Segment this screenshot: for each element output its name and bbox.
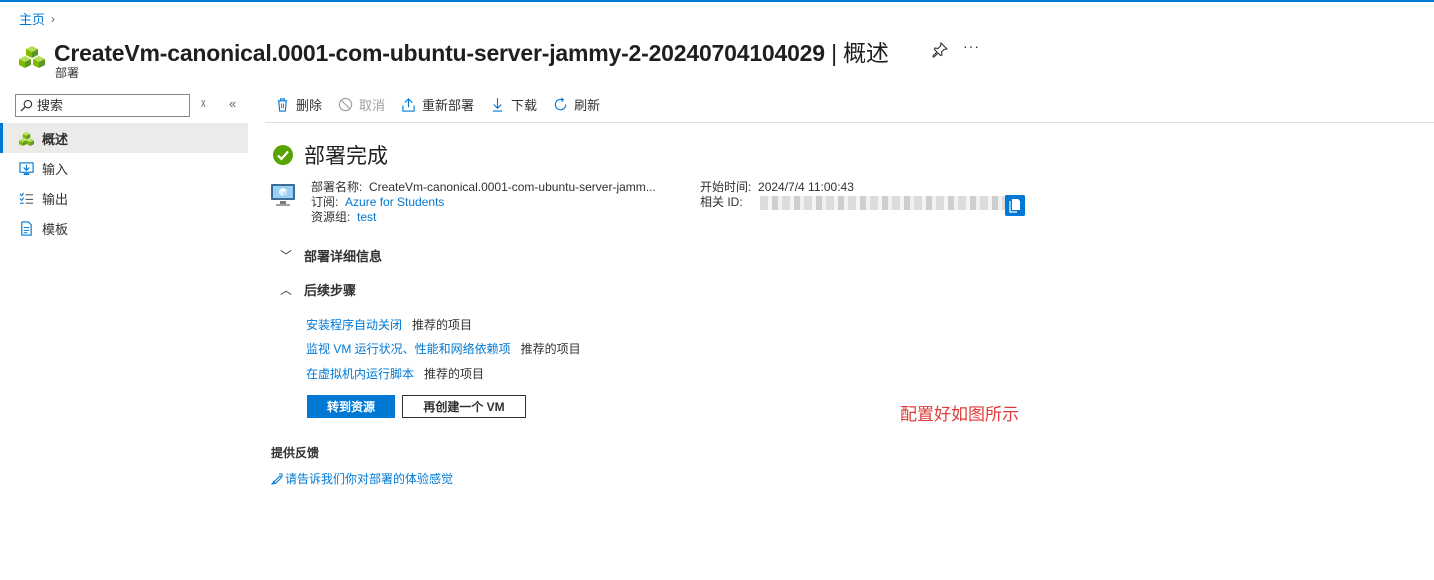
trash-icon (277, 97, 288, 112)
annotation-text: 配置好如图所示 (900, 405, 1019, 425)
subscription-label: 订阅: (311, 195, 339, 209)
cancel-icon (338, 97, 353, 111)
feedback-link[interactable]: 请告诉我们你对部署的体验感觉 (271, 470, 453, 487)
feedback-icon (271, 473, 283, 485)
deployment-details-toggle[interactable]: ﹀ 部署详细信息 (280, 246, 382, 265)
sidebar-item-template[interactable]: 模板 (0, 213, 248, 243)
sidebar-item-overview[interactable]: 概述 (0, 123, 248, 153)
next-step-link[interactable]: 监视 VM 运行状况、性能和网络依赖项 (306, 340, 511, 357)
breadcrumb: 主页 › (19, 9, 55, 28)
download-label: 下载 (511, 97, 538, 113)
next-steps-toggle[interactable]: ︿ 后续步骤 (280, 280, 356, 299)
deployment-status: 部署完成 (272, 140, 388, 170)
recommended-tag: 推荐的项目 (412, 317, 473, 332)
pin-icon[interactable] (932, 42, 948, 58)
resource-group-label: 资源组: (311, 210, 351, 224)
cancel-button[interactable]: 取消 (338, 95, 385, 114)
page-title-section: 概述 (843, 40, 889, 66)
correlation-id-label: 相关 ID: (700, 195, 743, 209)
breadcrumb-home-link[interactable]: 主页 (19, 9, 45, 28)
refresh-label: 刷新 (574, 97, 601, 113)
command-bar: 删除 取消 重新部署 下载 刷新 (275, 94, 616, 114)
resource-group-row: 资源组: test (311, 210, 656, 225)
sidebar-item-input[interactable]: 输入 (0, 153, 248, 183)
sidebar-item-label: 概述 (42, 131, 69, 147)
search-input[interactable] (37, 98, 177, 113)
refresh-button[interactable]: 刷新 (553, 95, 600, 114)
sidebar-item-label: 输入 (42, 161, 69, 177)
page-title-name: CreateVm-canonical.0001-com-ubuntu-serve… (54, 40, 825, 66)
download-button[interactable]: 下载 (490, 95, 537, 114)
search-box[interactable] (15, 94, 190, 117)
list-item: 监视 VM 运行状况、性能和网络依赖项 推荐的项目 (306, 337, 581, 362)
create-another-vm-button[interactable]: 再创建一个 VM (402, 395, 526, 418)
delete-label: 删除 (296, 97, 323, 113)
next-steps-title: 后续步骤 (304, 283, 357, 298)
subscription-row: 订阅: Azure for Students (311, 195, 656, 210)
refresh-icon (554, 97, 567, 110)
redeploy-label: 重新部署 (422, 97, 475, 113)
cubes-icon (19, 46, 45, 68)
redacted-correlation-id (760, 195, 1011, 210)
output-icon (19, 192, 34, 204)
correlation-id-row: 相关 ID: (700, 195, 1011, 210)
copy-icon[interactable] (1005, 195, 1025, 216)
list-item: 在虚拟机内运行脚本 推荐的项目 (306, 361, 581, 386)
feedback-link-label: 请告诉我们你对部署的体验感觉 (285, 472, 454, 486)
search-icon (20, 99, 33, 112)
more-options-icon[interactable]: ··· (963, 38, 980, 54)
clear-filter-icon[interactable]: ᵡ (201, 96, 205, 111)
go-to-resource-button[interactable]: 转到资源 (307, 395, 395, 418)
page-subtitle: 部署 (55, 66, 80, 80)
list-item: 安装程序自动关闭 推荐的项目 (306, 312, 581, 337)
chevron-right-icon: › (51, 11, 56, 26)
title-separator: | (831, 40, 837, 66)
redeploy-button[interactable]: 重新部署 (401, 95, 474, 114)
feedback-title: 提供反馈 (271, 446, 320, 460)
next-steps-list: 安装程序自动关闭 推荐的项目 监视 VM 运行状况、性能和网络依赖项 推荐的项目… (306, 312, 581, 386)
download-icon (492, 97, 503, 112)
subscription-link[interactable]: Azure for Students (345, 195, 444, 209)
status-title: 部署完成 (304, 145, 388, 168)
virtual-machine-icon (271, 184, 295, 206)
recommended-tag: 推荐的项目 (520, 342, 581, 357)
sidebar-item-label: 输出 (42, 191, 69, 207)
deployment-name-row: 部署名称: CreateVm-canonical.0001-com-ubuntu… (311, 180, 656, 195)
input-icon (19, 161, 34, 175)
chevron-up-icon: ︿ (280, 283, 293, 297)
resource-group-link[interactable]: test (357, 210, 376, 224)
next-step-link[interactable]: 在虚拟机内运行脚本 (306, 365, 414, 382)
cancel-label: 取消 (359, 97, 386, 113)
deployment-info: 部署名称: CreateVm-canonical.0001-com-ubuntu… (311, 180, 656, 225)
collapse-sidebar-icon[interactable]: « (229, 96, 236, 111)
delete-button[interactable]: 删除 (275, 95, 322, 114)
page-title: CreateVm-canonical.0001-com-ubuntu-serve… (54, 34, 889, 68)
chevron-down-icon: ﹀ (280, 249, 293, 263)
deployment-details-title: 部署详细信息 (304, 249, 383, 264)
start-time-value: 2024/7/4 11:00:43 (758, 180, 854, 194)
start-time-row: 开始时间: 2024/7/4 11:00:43 (700, 180, 1010, 195)
next-step-link[interactable]: 安装程序自动关闭 (306, 316, 402, 333)
sidebar-item-label: 模板 (42, 221, 69, 237)
overview-icon (19, 131, 34, 146)
sidebar-item-output[interactable]: 输出 (0, 183, 248, 213)
start-time-label: 开始时间: (700, 180, 752, 194)
sidebar-nav: 概述 输入 输出 模板 (0, 123, 248, 243)
deployment-name-label: 部署名称: (311, 180, 363, 194)
toolbar-divider (265, 122, 1434, 123)
recommended-tag: 推荐的项目 (424, 366, 485, 381)
check-circle-icon (273, 145, 293, 165)
top-accent-bar (0, 0, 1434, 2)
deployment-name-value: CreateVm-canonical.0001-com-ubuntu-serve… (369, 180, 656, 194)
upload-icon (402, 97, 415, 112)
deployment-time-info: 开始时间: 2024/7/4 11:00:43 相关 ID: (700, 180, 1011, 210)
template-icon (21, 220, 32, 236)
